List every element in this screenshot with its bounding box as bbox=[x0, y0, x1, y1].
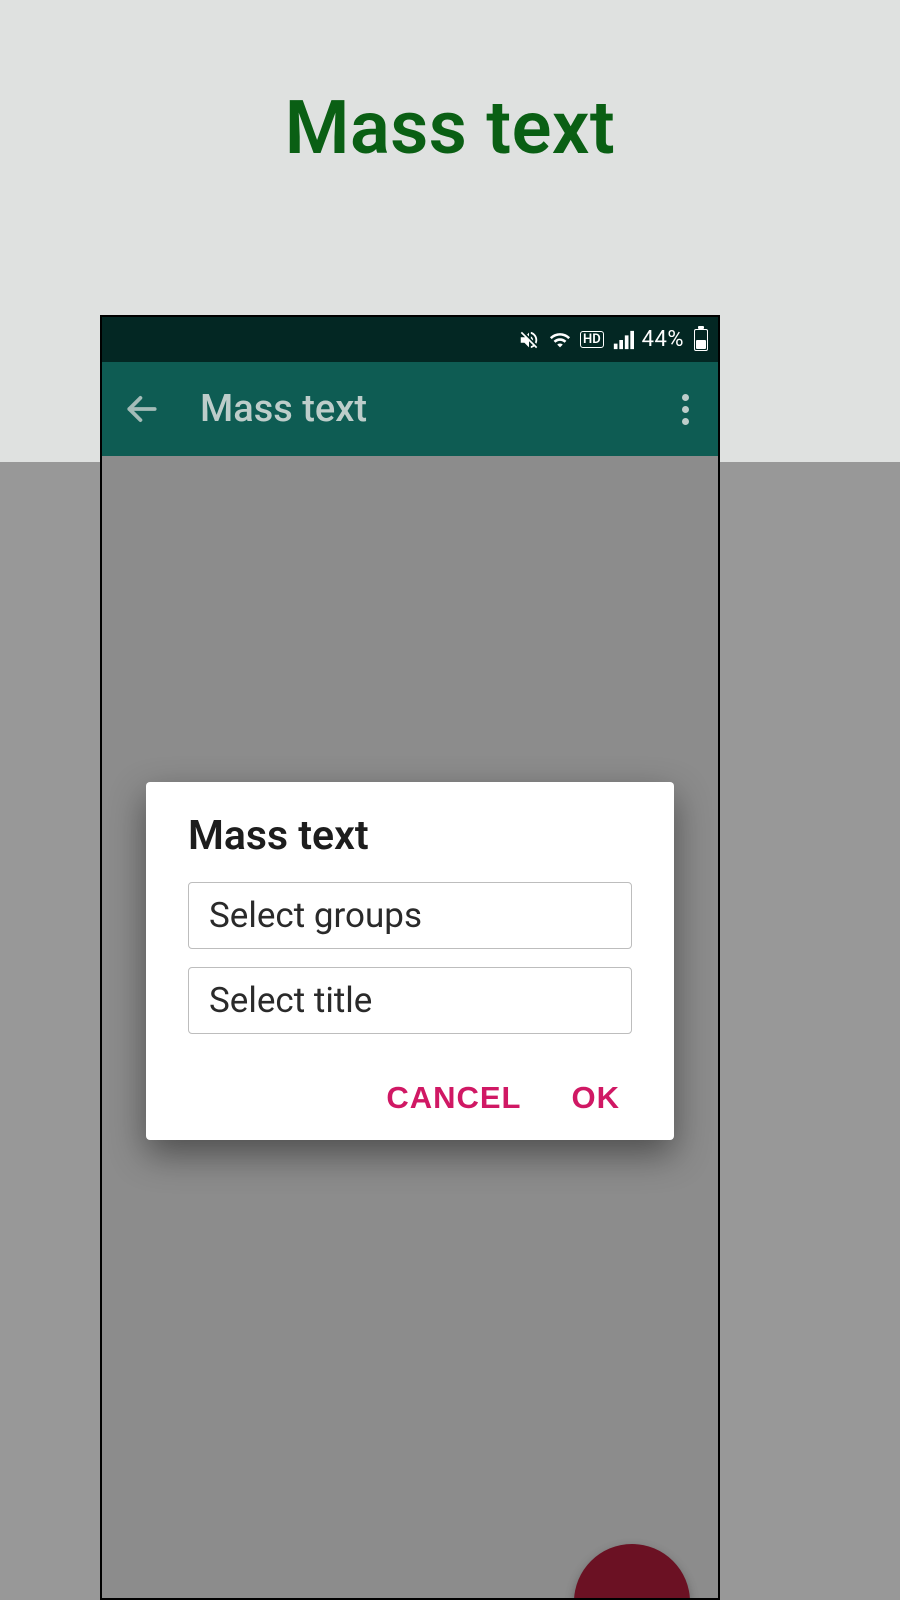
app-content: Mass text Select groups Select title CAN… bbox=[102, 456, 718, 1598]
dialog-title: Mass text bbox=[146, 812, 674, 882]
select-title-dropdown[interactable]: Select title bbox=[188, 967, 632, 1034]
battery-label: 44% bbox=[642, 327, 684, 352]
mass-text-dialog: Mass text Select groups Select title CAN… bbox=[146, 782, 674, 1140]
battery-icon bbox=[694, 329, 708, 351]
ok-button[interactable]: OK bbox=[572, 1080, 621, 1116]
app-toolbar: Mass text bbox=[102, 362, 718, 456]
phone-frame: HD 44% Mass text Mass text Select groups… bbox=[100, 315, 720, 1600]
toolbar-title: Mass text bbox=[200, 387, 634, 431]
wifi-icon bbox=[548, 329, 572, 351]
status-bar: HD 44% bbox=[102, 317, 718, 362]
select-groups-dropdown[interactable]: Select groups bbox=[188, 882, 632, 949]
promo-title: Mass text bbox=[0, 85, 900, 172]
cancel-button[interactable]: CANCEL bbox=[386, 1080, 521, 1116]
back-button[interactable] bbox=[120, 387, 164, 431]
dialog-actions: CANCEL OK bbox=[146, 1052, 674, 1126]
overflow-menu-button[interactable] bbox=[670, 387, 700, 431]
hd-icon: HD bbox=[580, 331, 604, 348]
mute-icon bbox=[518, 329, 540, 351]
signal-icon bbox=[612, 329, 634, 351]
